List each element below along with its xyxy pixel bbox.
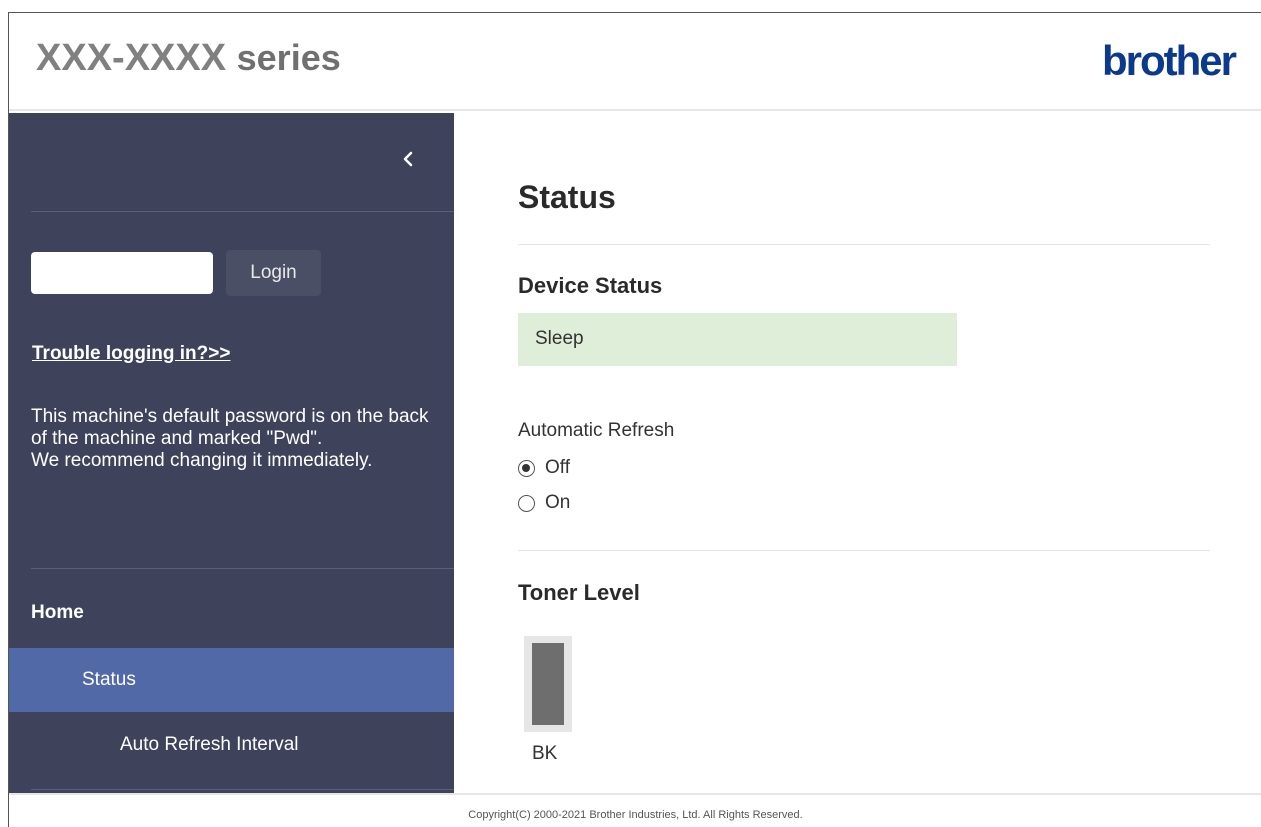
model-code: XXX-XXXX — [36, 37, 227, 79]
radio-unchecked-icon — [518, 494, 535, 512]
section-divider — [518, 550, 1210, 551]
trouble-logging-in-link[interactable]: Trouble logging in?>> — [32, 343, 230, 365]
brother-logo: brother — [1102, 37, 1237, 84]
chevron-left-icon — [403, 151, 413, 167]
device-status-value: Sleep — [535, 328, 584, 349]
sidebar-divider — [31, 568, 454, 569]
toner-label-bk: BK — [532, 743, 558, 764]
radio-checked-icon — [518, 459, 535, 477]
main-content: Status Device Status Sleep Automatic Ref… — [454, 113, 1261, 793]
default-password-notice: This machine's default password is on th… — [31, 406, 431, 472]
radio-refresh-on[interactable]: On — [518, 492, 570, 514]
notice-line: We recommend changing it immediately. — [31, 450, 373, 471]
radio-on-label: On — [545, 492, 571, 513]
toner-level-heading: Toner Level — [518, 580, 640, 605]
nav-status-label: Status — [82, 669, 136, 690]
model-series: series — [236, 37, 341, 78]
notice-line: This machine's default password is on th… — [31, 406, 429, 449]
nav-home[interactable]: Home — [31, 602, 84, 624]
sidebar: Login Trouble logging in?>> This machine… — [9, 113, 454, 793]
automatic-refresh-label: Automatic Refresh — [518, 420, 675, 441]
sidebar-divider — [31, 789, 454, 790]
radio-refresh-off[interactable]: Off — [518, 457, 570, 479]
nav-status[interactable]: Status — [9, 648, 454, 712]
header: XXX-XXXX series brother — [9, 13, 1261, 111]
login-button[interactable]: Login — [226, 250, 321, 296]
device-status-box: Sleep — [518, 313, 957, 366]
footer-divider — [9, 793, 1261, 795]
radio-off-label: Off — [545, 457, 570, 478]
page-title: Status — [518, 179, 616, 215]
password-input[interactable] — [31, 252, 213, 294]
collapse-sidebar-button[interactable] — [398, 147, 418, 171]
page-frame: XXX-XXXX series brother Login Trouble lo… — [8, 12, 1261, 827]
device-status-heading: Device Status — [518, 273, 663, 298]
section-divider — [518, 244, 1210, 245]
nav-auto-refresh-interval[interactable]: Auto Refresh Interval — [120, 734, 298, 756]
toner-gauge-bk — [524, 636, 572, 732]
copyright-text: Copyright(C) 2000-2021 Brother Industrie… — [468, 809, 803, 821]
toner-fill-bk — [532, 643, 564, 725]
model-name: XXX-XXXX series — [36, 37, 341, 80]
sidebar-divider — [31, 211, 454, 212]
